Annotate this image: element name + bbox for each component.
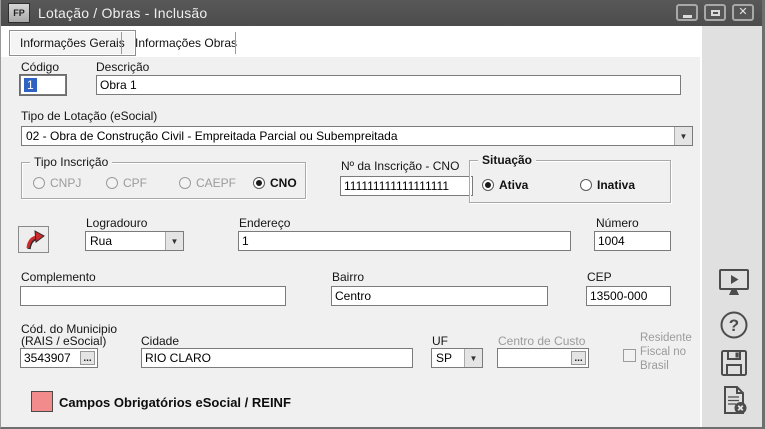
centro-custo-input[interactable]: ...: [497, 348, 589, 368]
app-icon: FP: [8, 3, 30, 23]
descricao-input[interactable]: Obra 1: [96, 75, 681, 95]
document-cancel-icon: [718, 384, 750, 416]
cidade-input[interactable]: RIO CLARO: [141, 348, 413, 368]
radio-selected-icon: [482, 179, 494, 191]
nr-inscricao-input[interactable]: 111111111111111111: [340, 176, 473, 196]
radio-circle-icon: [580, 179, 592, 191]
tab-informacoes-obras[interactable]: Informações Obras: [123, 32, 249, 54]
residente-checkbox: [623, 349, 636, 362]
codigo-input[interactable]: 1: [20, 75, 66, 95]
radio-circle-icon: [179, 177, 191, 189]
video-tutorial-button[interactable]: [716, 266, 752, 302]
uf-label: UF: [432, 334, 448, 348]
municipio-input[interactable]: 3543907 ...: [20, 348, 98, 368]
radio-cnpj: CNPJ: [33, 176, 81, 190]
app-window: FP Lotação / Obras - Inclusão ✕ Informaç…: [0, 0, 765, 429]
tipo-lotacao-value: 02 - Obra de Construção Civil - Empreita…: [22, 129, 674, 143]
radio-circle-icon: [106, 177, 118, 189]
logradouro-label: Logradouro: [86, 216, 147, 230]
centro-custo-lookup-button[interactable]: ...: [571, 351, 586, 365]
close-icon: ✕: [738, 7, 747, 18]
maximize-button[interactable]: [704, 4, 726, 21]
numero-input[interactable]: 1004: [594, 231, 671, 251]
tab-bar: Informações Gerais Informações Obras: [1, 26, 713, 57]
radio-inativa-label: Inativa: [597, 178, 635, 192]
close-button[interactable]: ✕: [732, 4, 754, 21]
svg-text:?: ?: [729, 316, 739, 335]
tab-separator: [121, 32, 122, 54]
minimize-icon: [683, 15, 692, 18]
situacao-group: Situação Ativa Inativa: [469, 160, 671, 203]
complemento-label: Complemento: [21, 270, 96, 284]
municipio-value: 3543907: [24, 351, 71, 365]
chevron-down-icon[interactable]: ▼: [674, 127, 692, 145]
radio-ativa[interactable]: Ativa: [482, 178, 528, 192]
radio-cnpj-label: CNPJ: [50, 176, 81, 190]
chevron-down-icon[interactable]: ▼: [165, 232, 183, 250]
codigo-label: Código: [21, 60, 59, 74]
endereco-input[interactable]: 1: [238, 231, 571, 251]
numero-label: Número: [596, 216, 639, 230]
tab-informacoes-gerais[interactable]: Informações Gerais: [9, 30, 136, 56]
tipo-inscricao-group: Tipo Inscrição CNPJ CPF CAEPF CNO: [21, 162, 306, 199]
cep-label: CEP: [587, 270, 612, 284]
red-curved-arrow-icon: [23, 229, 45, 251]
municipio-lookup-button[interactable]: ...: [80, 351, 95, 365]
bairro-label: Bairro: [332, 270, 364, 284]
uf-value: SP: [432, 351, 464, 365]
logradouro-value: Rua: [86, 234, 165, 248]
radio-cpf: CPF: [106, 176, 147, 190]
situacao-legend: Situação: [478, 153, 536, 167]
tipo-inscricao-legend: Tipo Inscrição: [30, 155, 112, 169]
cep-input[interactable]: 13500-000: [586, 286, 671, 306]
residente-label: Residente Fiscal no Brasil: [640, 331, 700, 373]
window-title: Lotação / Obras - Inclusão: [38, 5, 207, 21]
cancel-button[interactable]: [716, 383, 752, 419]
cidade-label: Cidade: [141, 334, 179, 348]
required-fields-swatch: [31, 391, 53, 412]
chevron-down-icon[interactable]: ▼: [464, 349, 482, 367]
address-lookup-button[interactable]: [18, 226, 49, 253]
maximize-icon: [711, 10, 720, 16]
radio-inativa[interactable]: Inativa: [580, 178, 635, 192]
logradouro-select[interactable]: Rua ▼: [85, 231, 184, 251]
required-fields-legend: Campos Obrigatórios eSocial / REINF: [59, 395, 291, 410]
radio-cno[interactable]: CNO: [253, 176, 297, 190]
radio-cno-label: CNO: [270, 176, 297, 190]
tipo-lotacao-select[interactable]: 02 - Obra de Construção Civil - Empreita…: [21, 126, 693, 146]
nr-inscricao-label: Nº da Inscrição - CNO: [341, 159, 459, 173]
radio-selected-icon: [253, 177, 265, 189]
centro-custo-label: Centro de Custo: [498, 334, 585, 348]
help-button[interactable]: ?: [716, 308, 752, 344]
radio-ativa-label: Ativa: [499, 178, 528, 192]
tipo-lotacao-label: Tipo de Lotação (eSocial): [21, 109, 157, 123]
monitor-play-icon: [717, 267, 751, 299]
question-mark-icon: ?: [718, 309, 750, 341]
endereco-label: Endereço: [239, 216, 290, 230]
descricao-label: Descrição: [96, 60, 149, 74]
save-button[interactable]: [716, 346, 752, 382]
minimize-button[interactable]: [676, 4, 698, 21]
side-toolbar: ?: [700, 26, 763, 427]
uf-select[interactable]: SP ▼: [431, 348, 483, 368]
bairro-input[interactable]: Centro: [331, 286, 548, 306]
radio-circle-icon: [33, 177, 45, 189]
complemento-input[interactable]: [20, 286, 286, 306]
radio-caepf-label: CAEPF: [196, 176, 236, 190]
floppy-disk-icon: [718, 347, 750, 379]
tab-separator: [235, 32, 236, 54]
codigo-selected-text: 1: [24, 78, 37, 92]
radio-caepf: CAEPF: [179, 176, 236, 190]
radio-cpf-label: CPF: [123, 176, 147, 190]
municipio-label-line2: (RAIS / eSocial): [21, 334, 106, 348]
title-bar: FP Lotação / Obras - Inclusão ✕: [1, 0, 762, 26]
